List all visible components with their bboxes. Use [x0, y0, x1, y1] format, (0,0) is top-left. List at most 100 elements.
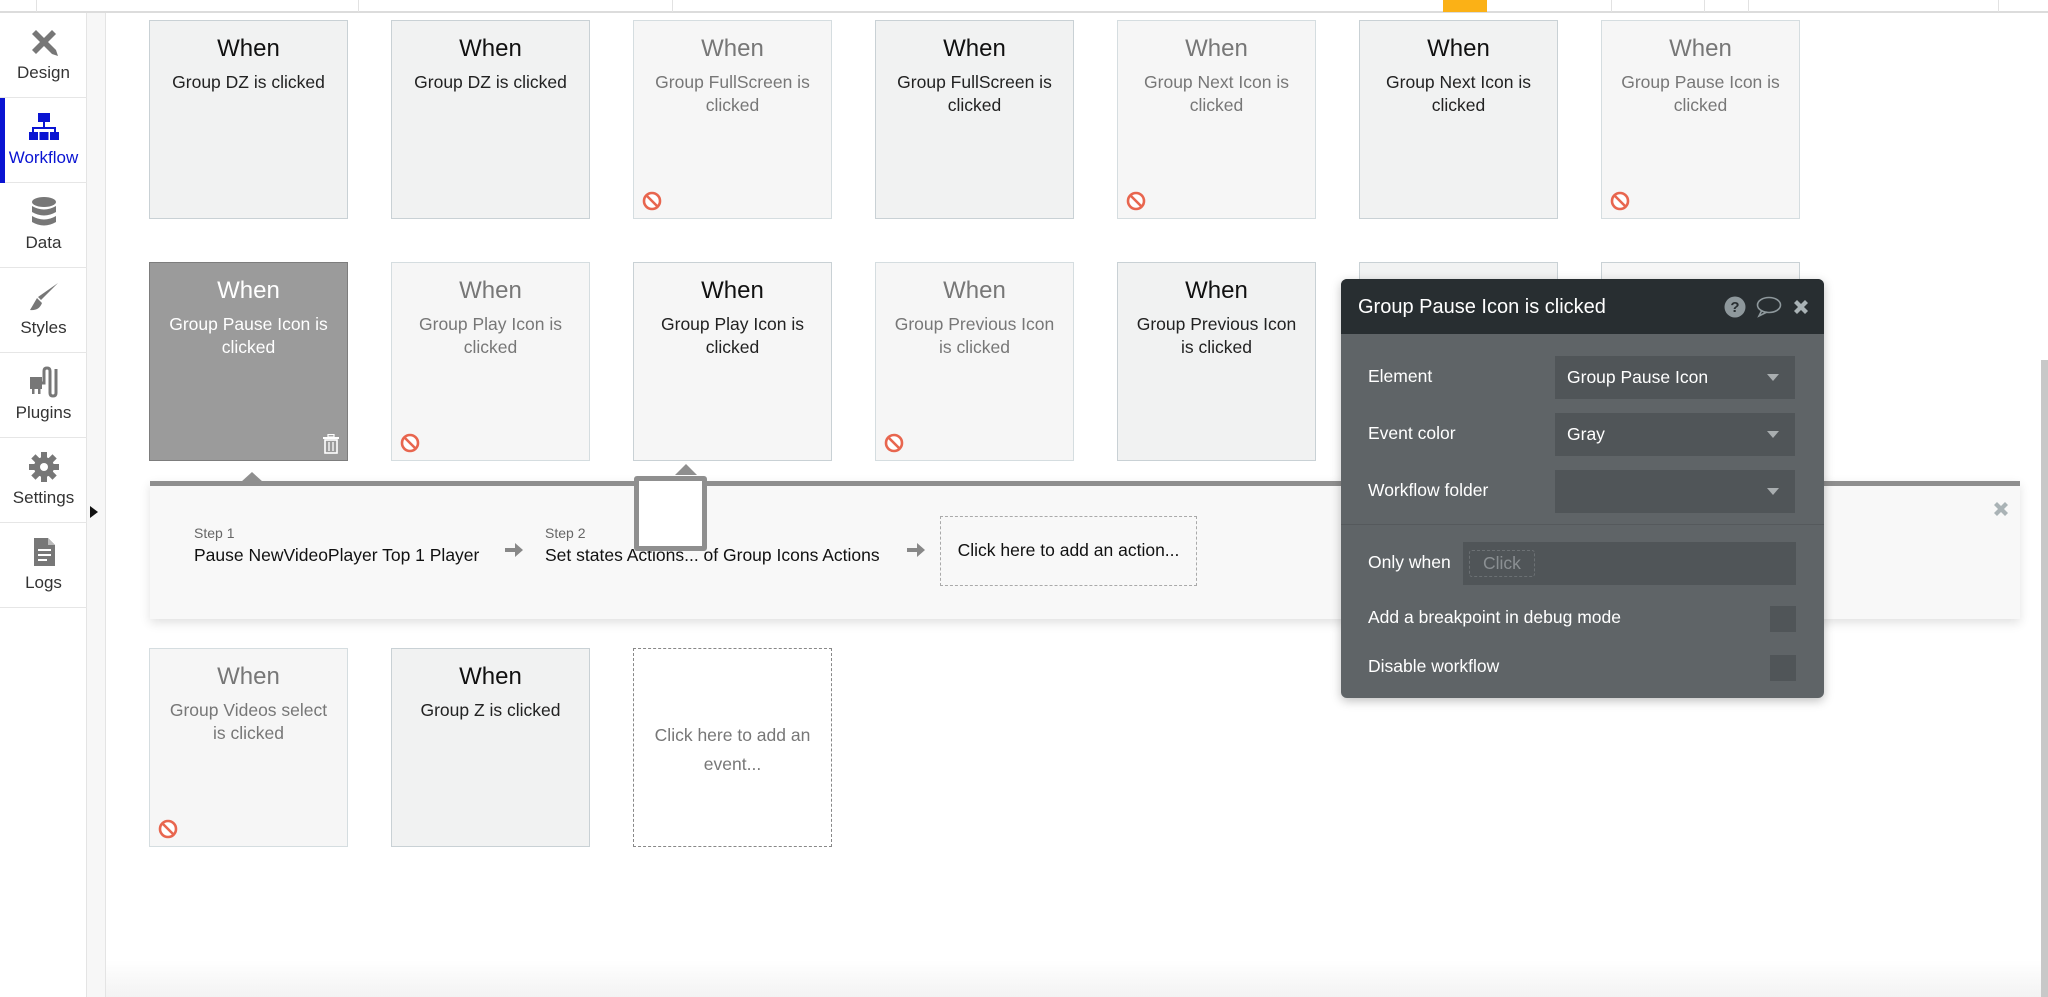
top-toolbar — [0, 0, 2048, 13]
disable-workflow-checkbox[interactable] — [1770, 655, 1796, 681]
event-card[interactable]: When Group Z is clicked — [391, 648, 590, 847]
sidebar-item-design[interactable]: Design — [0, 13, 87, 98]
event-description: Group FullScreen is clicked — [655, 72, 810, 115]
step-number: Step 2 — [545, 525, 586, 541]
sidebar-item-label: Styles — [20, 318, 67, 337]
sidebar-item-label: Logs — [25, 573, 62, 592]
workflow-step-1[interactable]: Step 1 Pause NewVideoPlayer Top 1 Player — [194, 525, 479, 566]
sidebar-item-label: Workflow — [8, 148, 79, 167]
sidebar-collapse-strip — [87, 13, 106, 997]
sidebar-item-label: Plugins — [15, 403, 72, 422]
event-card[interactable]: When Group Next Icon is clicked — [1359, 20, 1558, 219]
sidebar-item-data[interactable]: Data — [0, 183, 87, 268]
event-card[interactable]: When Group DZ is clicked — [149, 20, 348, 219]
event-when-label: When — [1185, 277, 1248, 304]
event-description: Group DZ is clicked — [414, 72, 567, 92]
gear-icon — [28, 452, 59, 482]
event-description: Group Previous Icon is clicked — [894, 314, 1055, 357]
arrow-right-icon — [505, 543, 523, 557]
event-card[interactable]: When Group Previous Icon is clicked — [875, 262, 1074, 461]
element-value: Group Pause Icon — [1567, 367, 1709, 387]
event-card[interactable]: When Group Next Icon is clicked — [1117, 20, 1316, 219]
event-when-label: When — [459, 35, 522, 62]
add-event-label: Click here to add an event... — [654, 725, 811, 774]
drag-preview-box — [634, 476, 707, 551]
add-event-button[interactable]: Click here to add an event... — [633, 648, 832, 847]
breakpoint-label: Add a breakpoint in debug mode — [1368, 607, 1621, 627]
sidebar-item-logs[interactable]: Logs — [0, 523, 87, 608]
sidebar-item-settings[interactable]: Settings — [0, 438, 87, 523]
event-card[interactable]: When Group Previous Icon is clicked — [1117, 262, 1316, 461]
workflow-step-2[interactable]: Step 2 Set states Actions... of Group Ic… — [545, 525, 880, 566]
document-icon — [33, 538, 55, 566]
only-when-placeholder: Click — [1469, 550, 1535, 577]
event-when-label: When — [217, 277, 280, 304]
event-description: Group DZ is clicked — [172, 72, 325, 92]
toolbar-divider — [672, 0, 673, 12]
sidebar-item-workflow[interactable]: Workflow — [0, 98, 87, 183]
disabled-icon — [1610, 191, 1630, 211]
expand-panel-arrow-icon[interactable] — [90, 506, 98, 518]
design-icon — [31, 30, 58, 56]
event-description: Group Previous Icon is clicked — [1136, 314, 1297, 357]
event-card[interactable]: When Group Play Icon is clicked — [633, 262, 832, 461]
event-description: Group Z is clicked — [420, 700, 561, 720]
sidebar-item-label: Settings — [12, 488, 75, 507]
element-dropdown[interactable]: Group Pause Icon — [1555, 356, 1795, 399]
toolbar-highlight-tab[interactable] — [1443, 0, 1487, 12]
brush-icon — [29, 283, 58, 311]
event-when-label: When — [217, 663, 280, 690]
element-row: Element Group Pause Icon — [1341, 356, 1824, 399]
editor-title: Group Pause Icon is clicked — [1358, 296, 1606, 318]
sidebar-item-plugins[interactable]: Plugins — [0, 353, 87, 438]
event-when-label: When — [1669, 35, 1732, 62]
event-color-value: Gray — [1567, 424, 1605, 444]
event-card[interactable]: When Group Videos select is clicked — [149, 648, 348, 847]
disabled-icon — [642, 191, 662, 211]
sidebar-item-label: Data — [25, 233, 62, 252]
editor-divider — [1341, 524, 1824, 525]
event-card[interactable]: When Group FullScreen is clicked — [633, 20, 832, 219]
event-description: Group Pause Icon is clicked — [169, 314, 328, 357]
help-icon[interactable]: ? — [1724, 296, 1746, 318]
event-card-selected[interactable]: When Group Pause Icon is clicked — [149, 262, 348, 461]
toolbar-divider — [1998, 0, 1999, 12]
close-icon[interactable] — [1992, 500, 2010, 518]
main-sidebar: Design Workflow Data Styles Plugins Sett… — [0, 13, 87, 997]
trash-icon[interactable] — [322, 434, 340, 454]
event-description: Group Play Icon is clicked — [419, 314, 562, 357]
workflow-folder-dropdown[interactable] — [1555, 470, 1795, 513]
event-card[interactable]: When Group DZ is clicked — [391, 20, 590, 219]
event-when-label: When — [459, 663, 522, 690]
event-color-row: Event color Gray — [1341, 413, 1824, 456]
arrow-right-icon — [907, 543, 925, 557]
event-card[interactable]: When Group Play Icon is clicked — [391, 262, 590, 461]
comment-icon[interactable] — [1756, 296, 1782, 318]
disabled-icon — [884, 433, 904, 453]
event-when-label: When — [1427, 35, 1490, 62]
workflow-folder-label: Workflow folder — [1368, 480, 1489, 500]
only-when-input[interactable]: Click — [1463, 542, 1796, 585]
workflow-folder-row: Workflow folder — [1341, 470, 1824, 513]
editor-header: Group Pause Icon is clicked ? — [1341, 279, 1824, 334]
event-card[interactable]: When Group FullScreen is clicked — [875, 20, 1074, 219]
chevron-down-icon — [1767, 431, 1779, 438]
close-icon[interactable] — [1792, 298, 1810, 316]
vertical-scrollbar[interactable] — [2041, 360, 2048, 997]
event-when-label: When — [701, 35, 764, 62]
only-when-row: Only when Click — [1341, 542, 1824, 585]
disabled-icon — [400, 433, 420, 453]
workflow-icon — [28, 113, 59, 140]
event-when-label: When — [459, 277, 522, 304]
breakpoint-checkbox[interactable] — [1770, 606, 1796, 632]
step-number: Step 1 — [194, 525, 235, 541]
add-action-button[interactable]: Click here to add an action... — [940, 516, 1197, 586]
disabled-icon — [1126, 191, 1146, 211]
event-color-dropdown[interactable]: Gray — [1555, 413, 1795, 456]
event-when-label: When — [1185, 35, 1248, 62]
toolbar-divider — [1748, 0, 1749, 12]
database-icon — [31, 197, 56, 226]
event-card[interactable]: When Group Pause Icon is clicked — [1601, 20, 1800, 219]
event-description: Group FullScreen is clicked — [897, 72, 1052, 115]
sidebar-item-styles[interactable]: Styles — [0, 268, 87, 353]
